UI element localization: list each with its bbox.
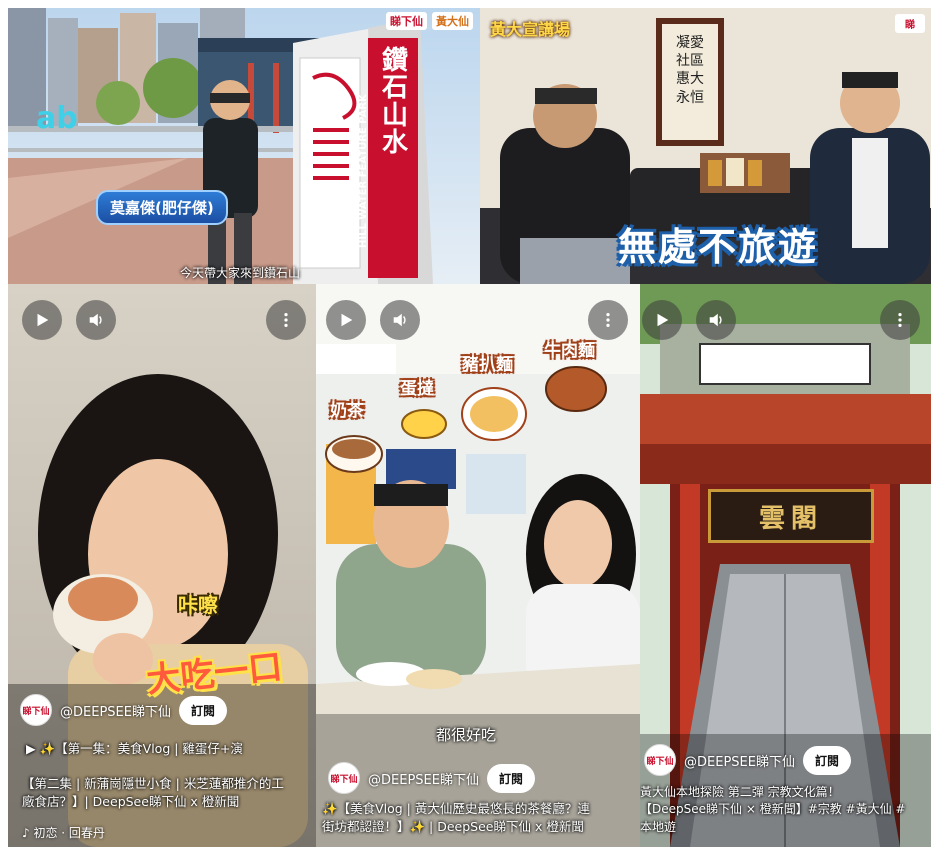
short-video-card-1[interactable]: 咔嚓 大吃一口 睇下仙 @DEEPSEE睇下仙 訂閱 ▶ ✨【第一集：美食Vlo… <box>8 284 316 847</box>
food-label-pork-chop-noodle: 豬扒麵 <box>462 355 513 375</box>
channel-avatar[interactable]: 睇下仙 <box>20 694 52 726</box>
subscribe-button[interactable]: 訂閱 <box>802 745 851 775</box>
channel-avatar[interactable]: 睇下仙 <box>328 762 360 794</box>
video-thumbnail-diamond-hill[interactable]: ab 鑽石山水 HILL WATER FEATURE PARK 睇下仙 黃大仙 … <box>8 8 480 284</box>
channel-row: 睇下仙 @DEEPSEE睇下仙 訂閱 <box>328 762 535 794</box>
video-title-line: 【第二集 | 新蒲崗隱世小食 | 米芝蓮都推介的工 <box>22 776 284 791</box>
volume-icon <box>393 313 406 327</box>
playlist-text: 【第一集：美食Vlog | 雞蛋仔+演 <box>55 741 243 756</box>
wall-calligraphy: 凝愛社區 惠大永恒 <box>676 35 704 106</box>
subscribe-button[interactable]: 訂閱 <box>486 763 535 793</box>
subscribe-button[interactable]: 訂閱 <box>178 695 227 725</box>
playlist-play-icon: ▶ ✨ <box>26 741 56 756</box>
show-title: 黃大宣講場 <box>490 20 571 39</box>
video-title-line: 黃大仙本地探險 第二彈 宗教文化篇！ <box>640 785 840 799</box>
short-video-card-3[interactable]: 雲閣 睇下仙 @DEEPSEE睇下仙 訂閱 黃大仙本地探險 第二彈 宗教文化篇！… <box>640 284 931 847</box>
music-note-icon: ♪ <box>22 826 34 840</box>
sign-chinese-text: 鑽石山水 <box>381 46 408 158</box>
more-options-button[interactable] <box>588 300 628 340</box>
music-title: 初恋 · 回春丹 <box>33 826 105 840</box>
volume-icon <box>709 313 722 327</box>
channel-handle[interactable]: @DEEPSEE睇下仙 <box>368 769 479 788</box>
channel-handle[interactable]: @DEEPSEE睇下仙 <box>60 701 171 720</box>
video-title[interactable]: 【第二集 | 新蒲崗隱世小食 | 米芝蓮都推介的工 廠食店？】| DeepSee… <box>22 775 312 811</box>
video-title-line: 街坊都認證！】✨ | DeepSee睇下仙 x 橙新聞 <box>322 819 584 835</box>
channel-row: 睇下仙 @DEEPSEE睇下仙 訂閱 <box>644 744 851 776</box>
more-vertical-icon <box>606 312 610 328</box>
brand-logo-wts: 黃大仙 <box>432 12 473 30</box>
deepsee-logo: 睇 <box>895 14 925 33</box>
play-icon <box>37 313 49 327</box>
presenter-name-tag: 莫嘉傑(肥仔傑) <box>96 190 228 225</box>
playlist-line[interactable]: ▶ ✨【第一集：美食Vlog | 雞蛋仔+演 <box>26 740 243 758</box>
video-subtitle: 今天帶大家來到鑽石山 <box>180 266 301 280</box>
food-label-milk-tea: 奶茶 <box>330 401 364 421</box>
video-thumbnail-talk-show[interactable]: 凝愛社區 惠大永恒 黃大宣講場 睇 無處不旅遊 <box>480 8 931 284</box>
more-vertical-icon <box>898 312 902 328</box>
play-button[interactable] <box>642 300 682 340</box>
more-options-button[interactable] <box>880 300 920 340</box>
channel-avatar[interactable]: 睇下仙 <box>644 744 676 776</box>
channel-handle[interactable]: @DEEPSEE睇下仙 <box>684 751 795 770</box>
sticker-kacha: 咔嚓 <box>178 593 218 617</box>
brand-logo-deepsee: 睇下仙 <box>386 12 427 30</box>
food-label-beef-noodle: 牛肉麵 <box>544 341 595 361</box>
sign-english-text: HILL WATER FEATURE PARK <box>358 94 369 248</box>
svg-text:ab: ab <box>36 101 78 136</box>
video-title-line: 【DeepSee睇下仙 × 橙新聞】#宗教 #黃大仙 # <box>640 802 906 817</box>
video-title[interactable]: 黃大仙本地探險 第二彈 宗教文化篇！ 【DeepSee睇下仙 × 橙新聞】#宗教… <box>640 784 930 836</box>
more-options-button[interactable] <box>266 300 306 340</box>
video-title[interactable]: ✨【美食Vlog | 黃大仙歷史最悠長的茶餐廳？連 街坊都認證！】✨ | Dee… <box>322 800 638 836</box>
mute-button[interactable] <box>696 300 736 340</box>
play-button[interactable] <box>22 300 62 340</box>
channel-row: 睇下仙 @DEEPSEE睇下仙 訂閱 <box>20 694 227 726</box>
show-caption: 無處不旅遊 <box>618 225 819 269</box>
music-row[interactable]: ♪ 初恋 · 回春丹 <box>22 824 105 841</box>
video-frame-eating <box>8 284 316 847</box>
short-video-card-2[interactable]: 奶茶 蛋撻 豬扒麵 牛肉麵 都很好吃 睇下仙 @DEEPSEE睇下仙 訂閱 ✨【… <box>316 284 640 847</box>
play-icon <box>341 313 353 327</box>
video-title-line: ✨【美食Vlog | 黃大仙歷史最悠長的茶餐廳？連 <box>322 801 590 816</box>
food-label-egg-tart: 蛋撻 <box>400 379 434 399</box>
video-title-line: 本地遊 <box>640 819 677 834</box>
video-title-line: 廠食店？】| DeepSee睇下仙 x 橙新聞 <box>22 794 240 810</box>
play-icon <box>657 313 669 327</box>
temple-plaque: 雲閣 <box>708 489 874 543</box>
more-vertical-icon <box>284 312 288 328</box>
video-subtitle: 都很好吃 <box>436 726 497 744</box>
mute-button[interactable] <box>380 300 420 340</box>
volume-icon <box>89 313 102 327</box>
mute-button[interactable] <box>76 300 116 340</box>
play-button[interactable] <box>326 300 366 340</box>
